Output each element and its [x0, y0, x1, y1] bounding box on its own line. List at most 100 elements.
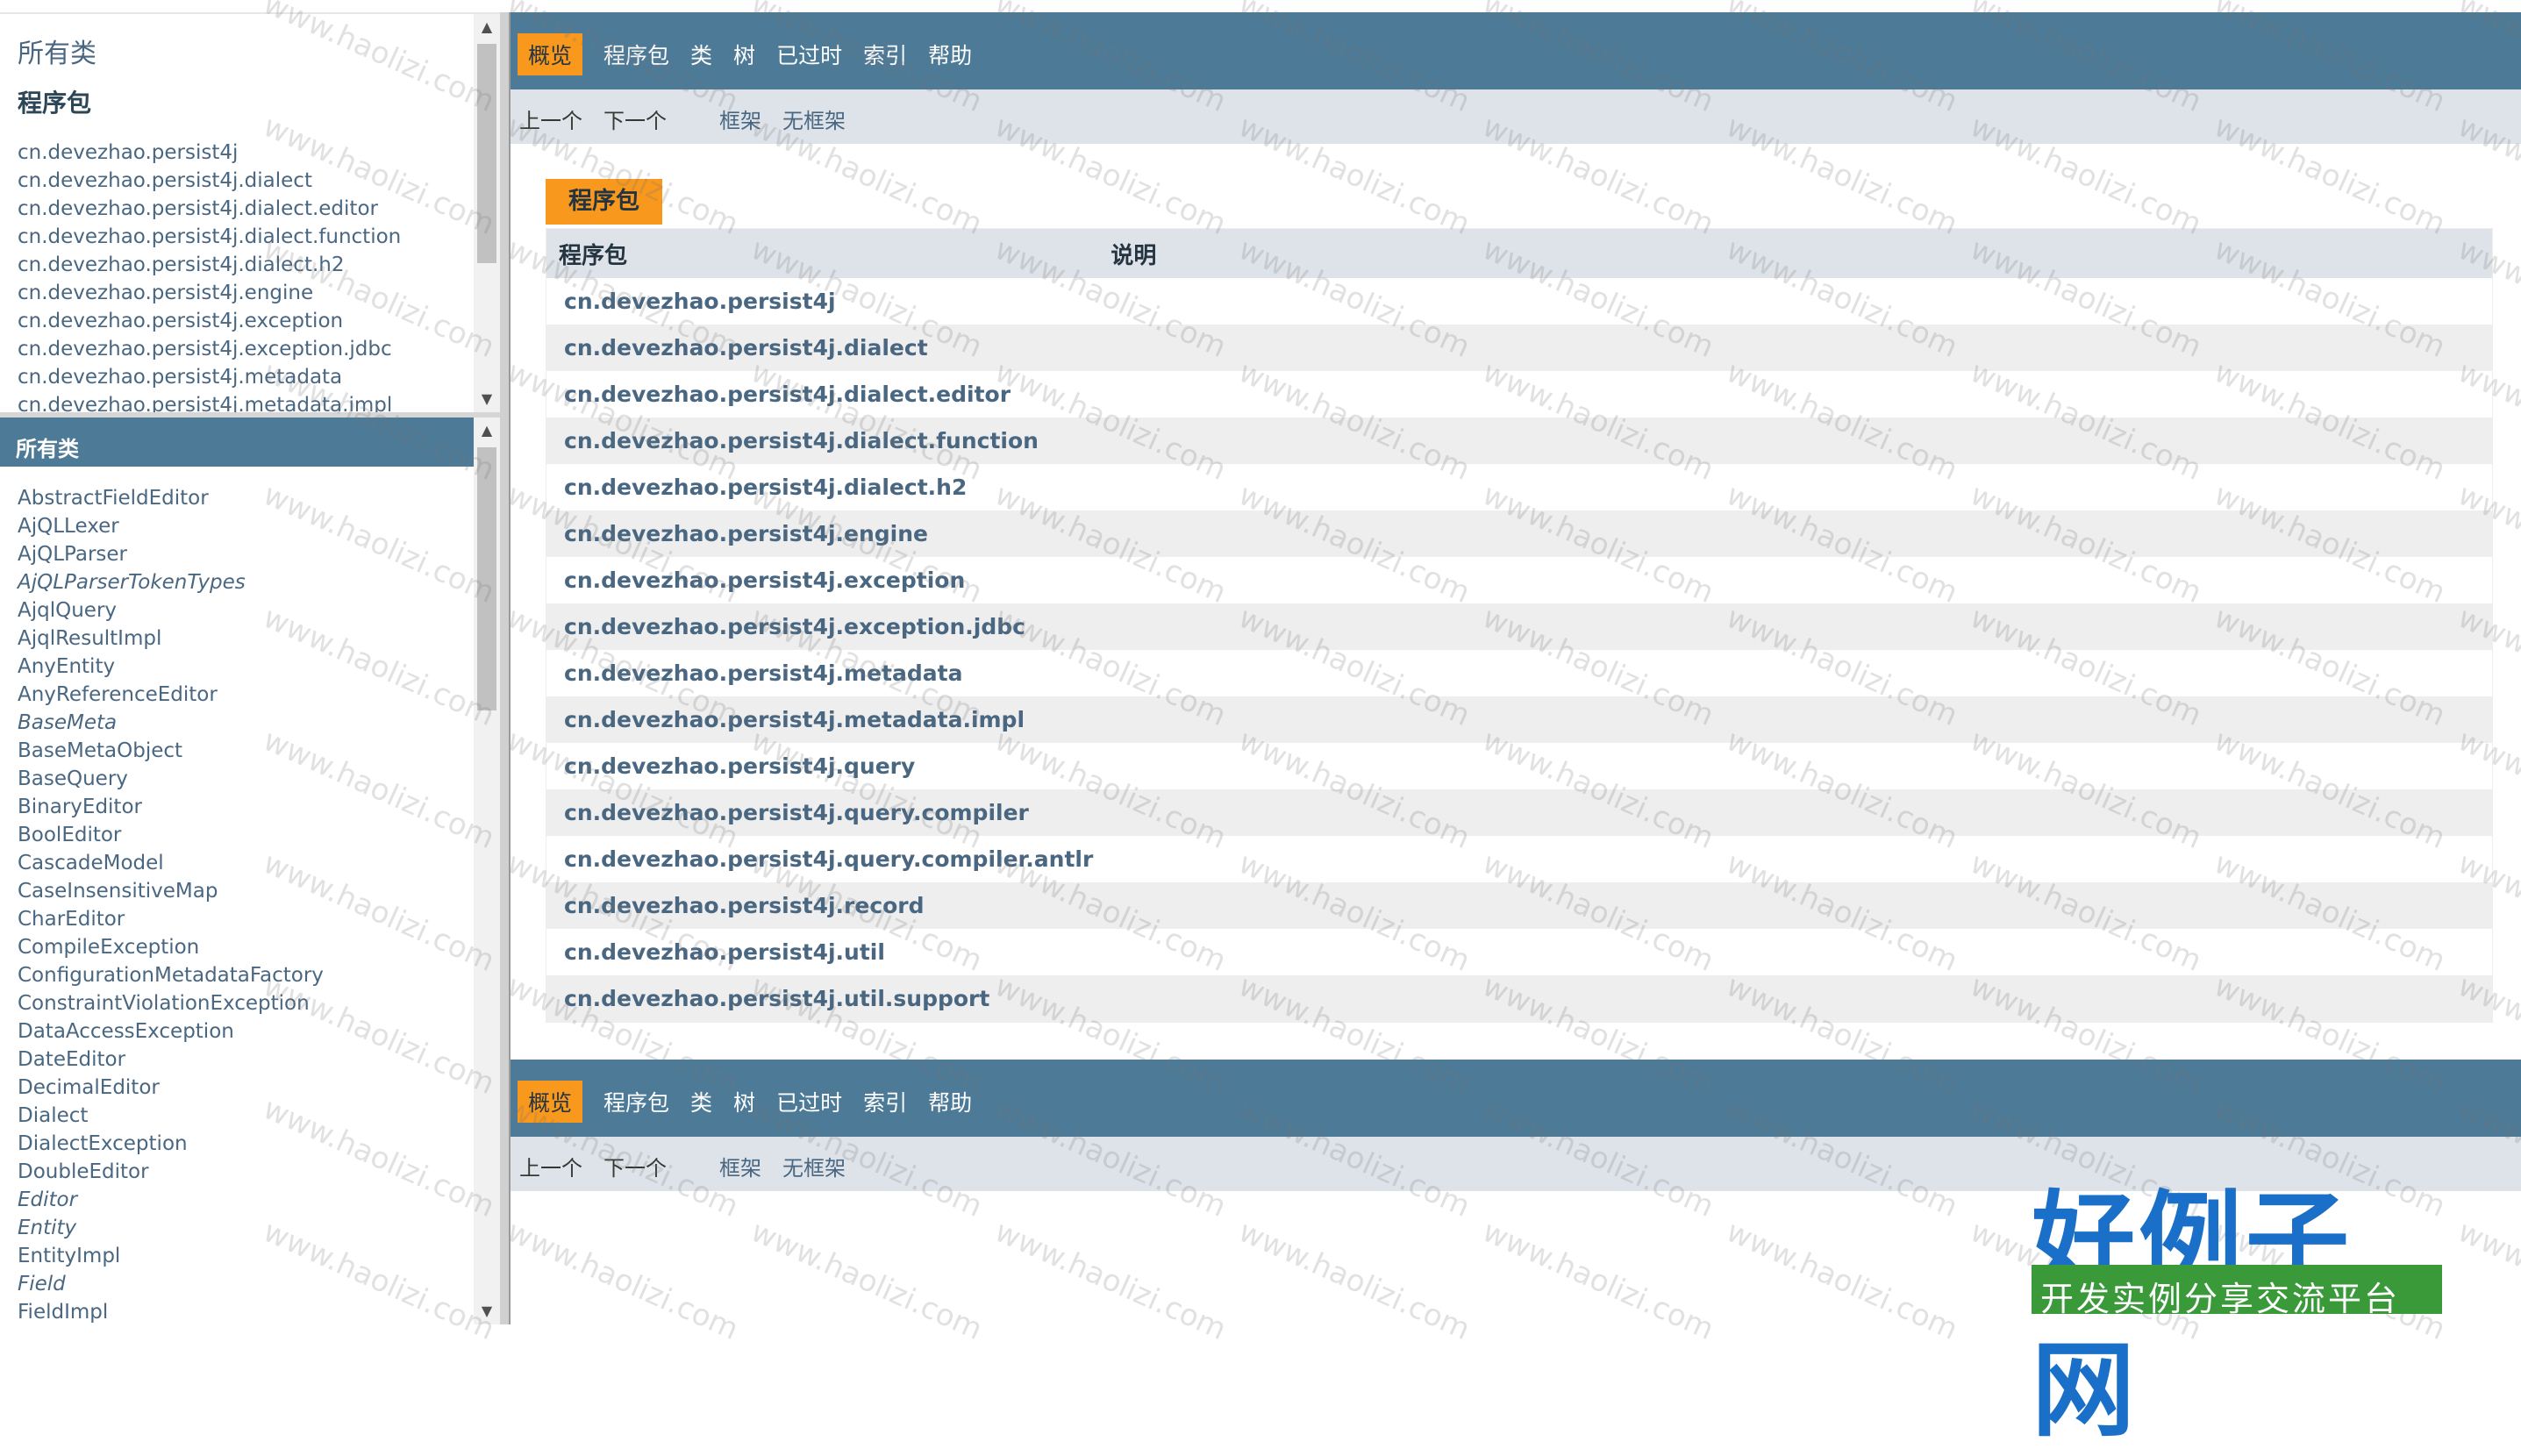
package-link[interactable]: cn.devezhao.persist4j.util.support — [564, 986, 989, 1011]
nav-tab-5[interactable]: 索引 — [863, 33, 907, 75]
list-item: cn.devezhao.persist4j.dialect — [18, 167, 401, 195]
nav-tab-1[interactable]: 程序包 — [603, 1081, 669, 1123]
package-link[interactable]: cn.devezhao.persist4j.dialect.h2 — [18, 253, 345, 276]
class-link[interactable]: AbstractFieldEditor — [18, 487, 209, 510]
nav-tab-2[interactable]: 类 — [690, 1081, 712, 1123]
package-link[interactable]: cn.devezhao.persist4j.dialect.editor — [564, 382, 1011, 407]
all-classes-link[interactable]: 所有类 — [18, 32, 96, 70]
class-link[interactable]: EntityImpl — [18, 1245, 120, 1267]
vertical-frame-divider[interactable] — [500, 12, 509, 1324]
list-item: BoolEditor — [18, 821, 324, 849]
list-item: cn.devezhao.persist4j.engine — [18, 279, 401, 307]
scroll-down-arrow-icon[interactable]: ▼ — [474, 386, 500, 412]
packages-heading: 程序包 — [18, 89, 92, 118]
class-link[interactable]: DecimalEditor — [18, 1076, 160, 1099]
class-link[interactable]: CaseInsensitiveMap — [18, 880, 218, 903]
class-link[interactable]: DataAccessException — [18, 1020, 234, 1043]
description-cell — [1111, 418, 2493, 464]
class-link[interactable]: ConfigurationMetadataFactory — [18, 964, 324, 987]
class-link[interactable]: Field — [18, 1273, 66, 1295]
table-row: cn.devezhao.persist4j.query — [546, 743, 2493, 789]
class-link[interactable]: AjQLParser — [18, 543, 127, 566]
frames-link[interactable]: 框架 — [719, 103, 761, 134]
package-link[interactable]: cn.devezhao.persist4j.metadata.impl — [18, 394, 392, 412]
package-link[interactable]: cn.devezhao.persist4j — [564, 289, 836, 314]
list-item: AjQLLexer — [18, 512, 324, 540]
package-link[interactable]: cn.devezhao.persist4j.metadata — [18, 366, 342, 389]
frames-link[interactable]: 框架 — [719, 1151, 761, 1181]
class-link[interactable]: BaseMeta — [18, 711, 117, 734]
nav-tab-0: 概览 — [518, 33, 583, 75]
class-link[interactable]: AjqlResultImpl — [18, 627, 161, 650]
class-link[interactable]: AjQLParserTokenTypes — [18, 571, 246, 594]
no-frames-link[interactable]: 无框架 — [782, 1151, 846, 1181]
package-link[interactable]: cn.devezhao.persist4j — [18, 141, 238, 164]
class-link[interactable]: Dialect — [18, 1104, 88, 1127]
class-link[interactable]: BaseQuery — [18, 767, 128, 790]
description-cell — [1111, 557, 2493, 603]
nav-tab-3[interactable]: 树 — [733, 33, 755, 75]
package-link[interactable]: cn.devezhao.persist4j.metadata.impl — [564, 707, 1025, 732]
scrollbar-thumb[interactable] — [477, 447, 496, 710]
class-link[interactable]: DialectException — [18, 1132, 188, 1155]
nav-tab-1[interactable]: 程序包 — [603, 33, 669, 75]
package-link[interactable]: cn.devezhao.persist4j.dialect.function — [564, 428, 1039, 453]
table-row: cn.devezhao.persist4j.engine — [546, 510, 2493, 557]
nav-tab-6[interactable]: 帮助 — [928, 33, 972, 75]
class-frame-scrollbar[interactable]: ▲ ▼ — [474, 418, 500, 1324]
scroll-up-arrow-icon[interactable]: ▲ — [474, 14, 500, 40]
nav-tab-6[interactable]: 帮助 — [928, 1081, 972, 1123]
package-link[interactable]: cn.devezhao.persist4j.util — [564, 939, 885, 965]
package-link[interactable]: cn.devezhao.persist4j.query.compiler — [564, 800, 1029, 825]
class-link[interactable]: AnyEntity — [18, 655, 115, 678]
class-link[interactable]: Editor — [18, 1188, 77, 1211]
scroll-down-arrow-icon[interactable]: ▼ — [474, 1298, 500, 1324]
list-item: AjqlResultImpl — [18, 625, 324, 653]
table-row: cn.devezhao.persist4j.dialect.editor — [546, 371, 2493, 418]
class-link[interactable]: BaseMetaObject — [18, 739, 182, 762]
package-link[interactable]: cn.devezhao.persist4j.engine — [18, 282, 313, 304]
package-link[interactable]: cn.devezhao.persist4j.dialect.h2 — [564, 475, 967, 500]
description-cell — [1111, 929, 2493, 975]
class-link[interactable]: BinaryEditor — [18, 796, 142, 818]
package-link[interactable]: cn.devezhao.persist4j.dialect — [18, 169, 312, 192]
package-link[interactable]: cn.devezhao.persist4j.dialect.editor — [18, 197, 378, 220]
package-frame-scrollbar[interactable]: ▲ ▼ — [474, 14, 500, 412]
nav-tab-5[interactable]: 索引 — [863, 1081, 907, 1123]
scrollbar-thumb[interactable] — [477, 44, 496, 263]
package-link[interactable]: cn.devezhao.persist4j.exception — [18, 310, 343, 332]
package-link[interactable]: cn.devezhao.persist4j.exception.jdbc — [564, 614, 1025, 639]
class-link[interactable]: CascadeModel — [18, 852, 164, 874]
class-link[interactable]: DateEditor — [18, 1048, 125, 1071]
overview-frame: 概览 程序包类树已过时 索引 帮助 上一个 下一个 框架 无框架 程序包 程序包 说明… — [511, 12, 2521, 1324]
class-link[interactable]: AjQLLexer — [18, 515, 119, 538]
class-link[interactable]: CharEditor — [18, 908, 125, 931]
class-link[interactable]: FieldImpl — [18, 1301, 108, 1324]
nav-tab-2[interactable]: 类 — [690, 33, 712, 75]
nav-tab-4[interactable]: 已过时 — [776, 1081, 842, 1123]
package-link[interactable]: cn.devezhao.persist4j.query — [564, 753, 915, 779]
no-frames-link[interactable]: 无框架 — [782, 103, 846, 134]
nav-tab-4[interactable]: 已过时 — [776, 33, 842, 75]
package-link[interactable]: cn.devezhao.persist4j.engine — [564, 521, 928, 546]
class-link[interactable]: Entity — [18, 1217, 76, 1239]
scroll-up-arrow-icon[interactable]: ▲ — [474, 418, 500, 444]
package-link[interactable]: cn.devezhao.persist4j.metadata — [564, 660, 962, 686]
package-link[interactable]: cn.devezhao.persist4j.exception — [564, 567, 965, 593]
package-cell: cn.devezhao.persist4j.dialect.editor — [546, 371, 1111, 418]
class-link[interactable]: DoubleEditor — [18, 1160, 149, 1183]
package-link[interactable]: cn.devezhao.persist4j.record — [564, 893, 925, 918]
class-link[interactable]: CompileException — [18, 936, 199, 959]
package-link[interactable]: cn.devezhao.persist4j.exception.jdbc — [18, 338, 392, 360]
package-link[interactable]: cn.devezhao.persist4j.dialect — [564, 335, 928, 360]
logo-subtitle: 开发实例分享交流平台 — [2040, 1280, 2401, 1318]
package-link[interactable]: cn.devezhao.persist4j.query.compiler.ant… — [564, 846, 1093, 872]
class-link[interactable]: BoolEditor — [18, 824, 121, 846]
class-link[interactable]: AnyReferenceEditor — [18, 683, 218, 706]
class-link[interactable]: ConstraintViolationException — [18, 992, 310, 1015]
nav-tab-3[interactable]: 树 — [733, 1081, 755, 1123]
bottom-navbar: 概览 程序包类树已过时 索引 帮助 — [511, 1060, 2521, 1137]
class-link[interactable]: AjqlQuery — [18, 599, 117, 622]
package-link[interactable]: cn.devezhao.persist4j.dialect.function — [18, 225, 401, 248]
package-list-frame: 所有类 程序包 cn.devezhao.persist4j cn.devezhao… — [0, 14, 507, 412]
